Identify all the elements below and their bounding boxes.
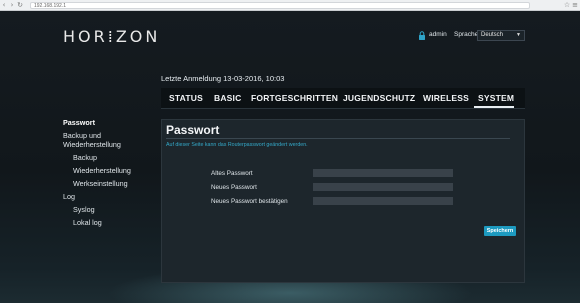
- sidebar-item-log[interactable]: Log: [63, 192, 75, 201]
- forward-arrow-icon[interactable]: ›: [8, 0, 16, 10]
- sidebar-item-syslog[interactable]: Syslog: [73, 205, 95, 214]
- tab-status[interactable]: STATUS: [169, 93, 203, 103]
- old-password-field[interactable]: [313, 169, 453, 177]
- sidebar-item-werkseinstellung[interactable]: Werkseinstellung: [73, 179, 128, 188]
- active-tab-indicator: [474, 106, 514, 108]
- old-password-label: Altes Passwort: [211, 170, 253, 177]
- star-icon[interactable]: ☆: [564, 1, 570, 10]
- chevron-down-icon: ▼: [516, 32, 521, 38]
- title-divider: [166, 138, 510, 139]
- sidebar-item-passwort[interactable]: Passwort: [63, 118, 95, 127]
- back-arrow-icon[interactable]: ‹: [0, 0, 8, 10]
- user-name[interactable]: admin: [429, 31, 447, 38]
- browser-menu-area: ☆ ≡: [564, 1, 578, 10]
- horizon-logo: HOR⁞ZON: [63, 27, 161, 46]
- main-nav-tabs: STATUS BASIC FORTGESCHRITTEN JUGENDSCHUT…: [161, 88, 525, 109]
- sidebar-item-wiederherstellung[interactable]: Wiederherstellung: [73, 166, 131, 175]
- sidebar-item-lokal-log[interactable]: Lokal log: [73, 218, 102, 227]
- browser-toolbar: ‹ › ↻ 192.168.192.1 ☆ ≡: [0, 0, 580, 11]
- confirm-password-label: Neues Passwort bestätigen: [211, 198, 288, 205]
- tab-system[interactable]: SYSTEM: [478, 93, 514, 103]
- language-select[interactable]: Deutsch ▼: [477, 30, 525, 41]
- sidebar-item-backup[interactable]: Backup: [73, 153, 97, 162]
- last-login-text: Letzte Anmeldung 13-03-2016, 10:03: [161, 74, 285, 83]
- new-password-field[interactable]: [313, 183, 453, 191]
- address-bar[interactable]: 192.168.192.1: [30, 2, 530, 9]
- lock-icon: [419, 31, 425, 40]
- sidebar-item-backup-und[interactable]: Backup und: [63, 131, 101, 140]
- tab-fortgeschritten[interactable]: FORTGESCHRITTEN: [251, 93, 338, 103]
- language-label: Sprache: [454, 31, 479, 38]
- save-button[interactable]: Speichern: [484, 226, 516, 236]
- menu-icon[interactable]: ≡: [572, 1, 578, 10]
- tab-jugendschutz[interactable]: JUGENDSCHUTZ: [343, 93, 415, 103]
- sidebar-item-wiederherstellung-group[interactable]: Wiederherstellung: [63, 140, 121, 149]
- tab-basic[interactable]: BASIC: [214, 93, 241, 103]
- confirm-password-field[interactable]: [313, 197, 453, 205]
- page-description: Auf dieser Seite kann das Routerpasswort…: [166, 142, 308, 148]
- new-password-label: Neues Passwort: [211, 184, 257, 191]
- page-title: Passwort: [166, 123, 220, 137]
- reload-icon[interactable]: ↻: [16, 0, 24, 10]
- language-value: Deutsch: [481, 32, 504, 38]
- tab-wireless[interactable]: WIRELESS: [423, 93, 469, 103]
